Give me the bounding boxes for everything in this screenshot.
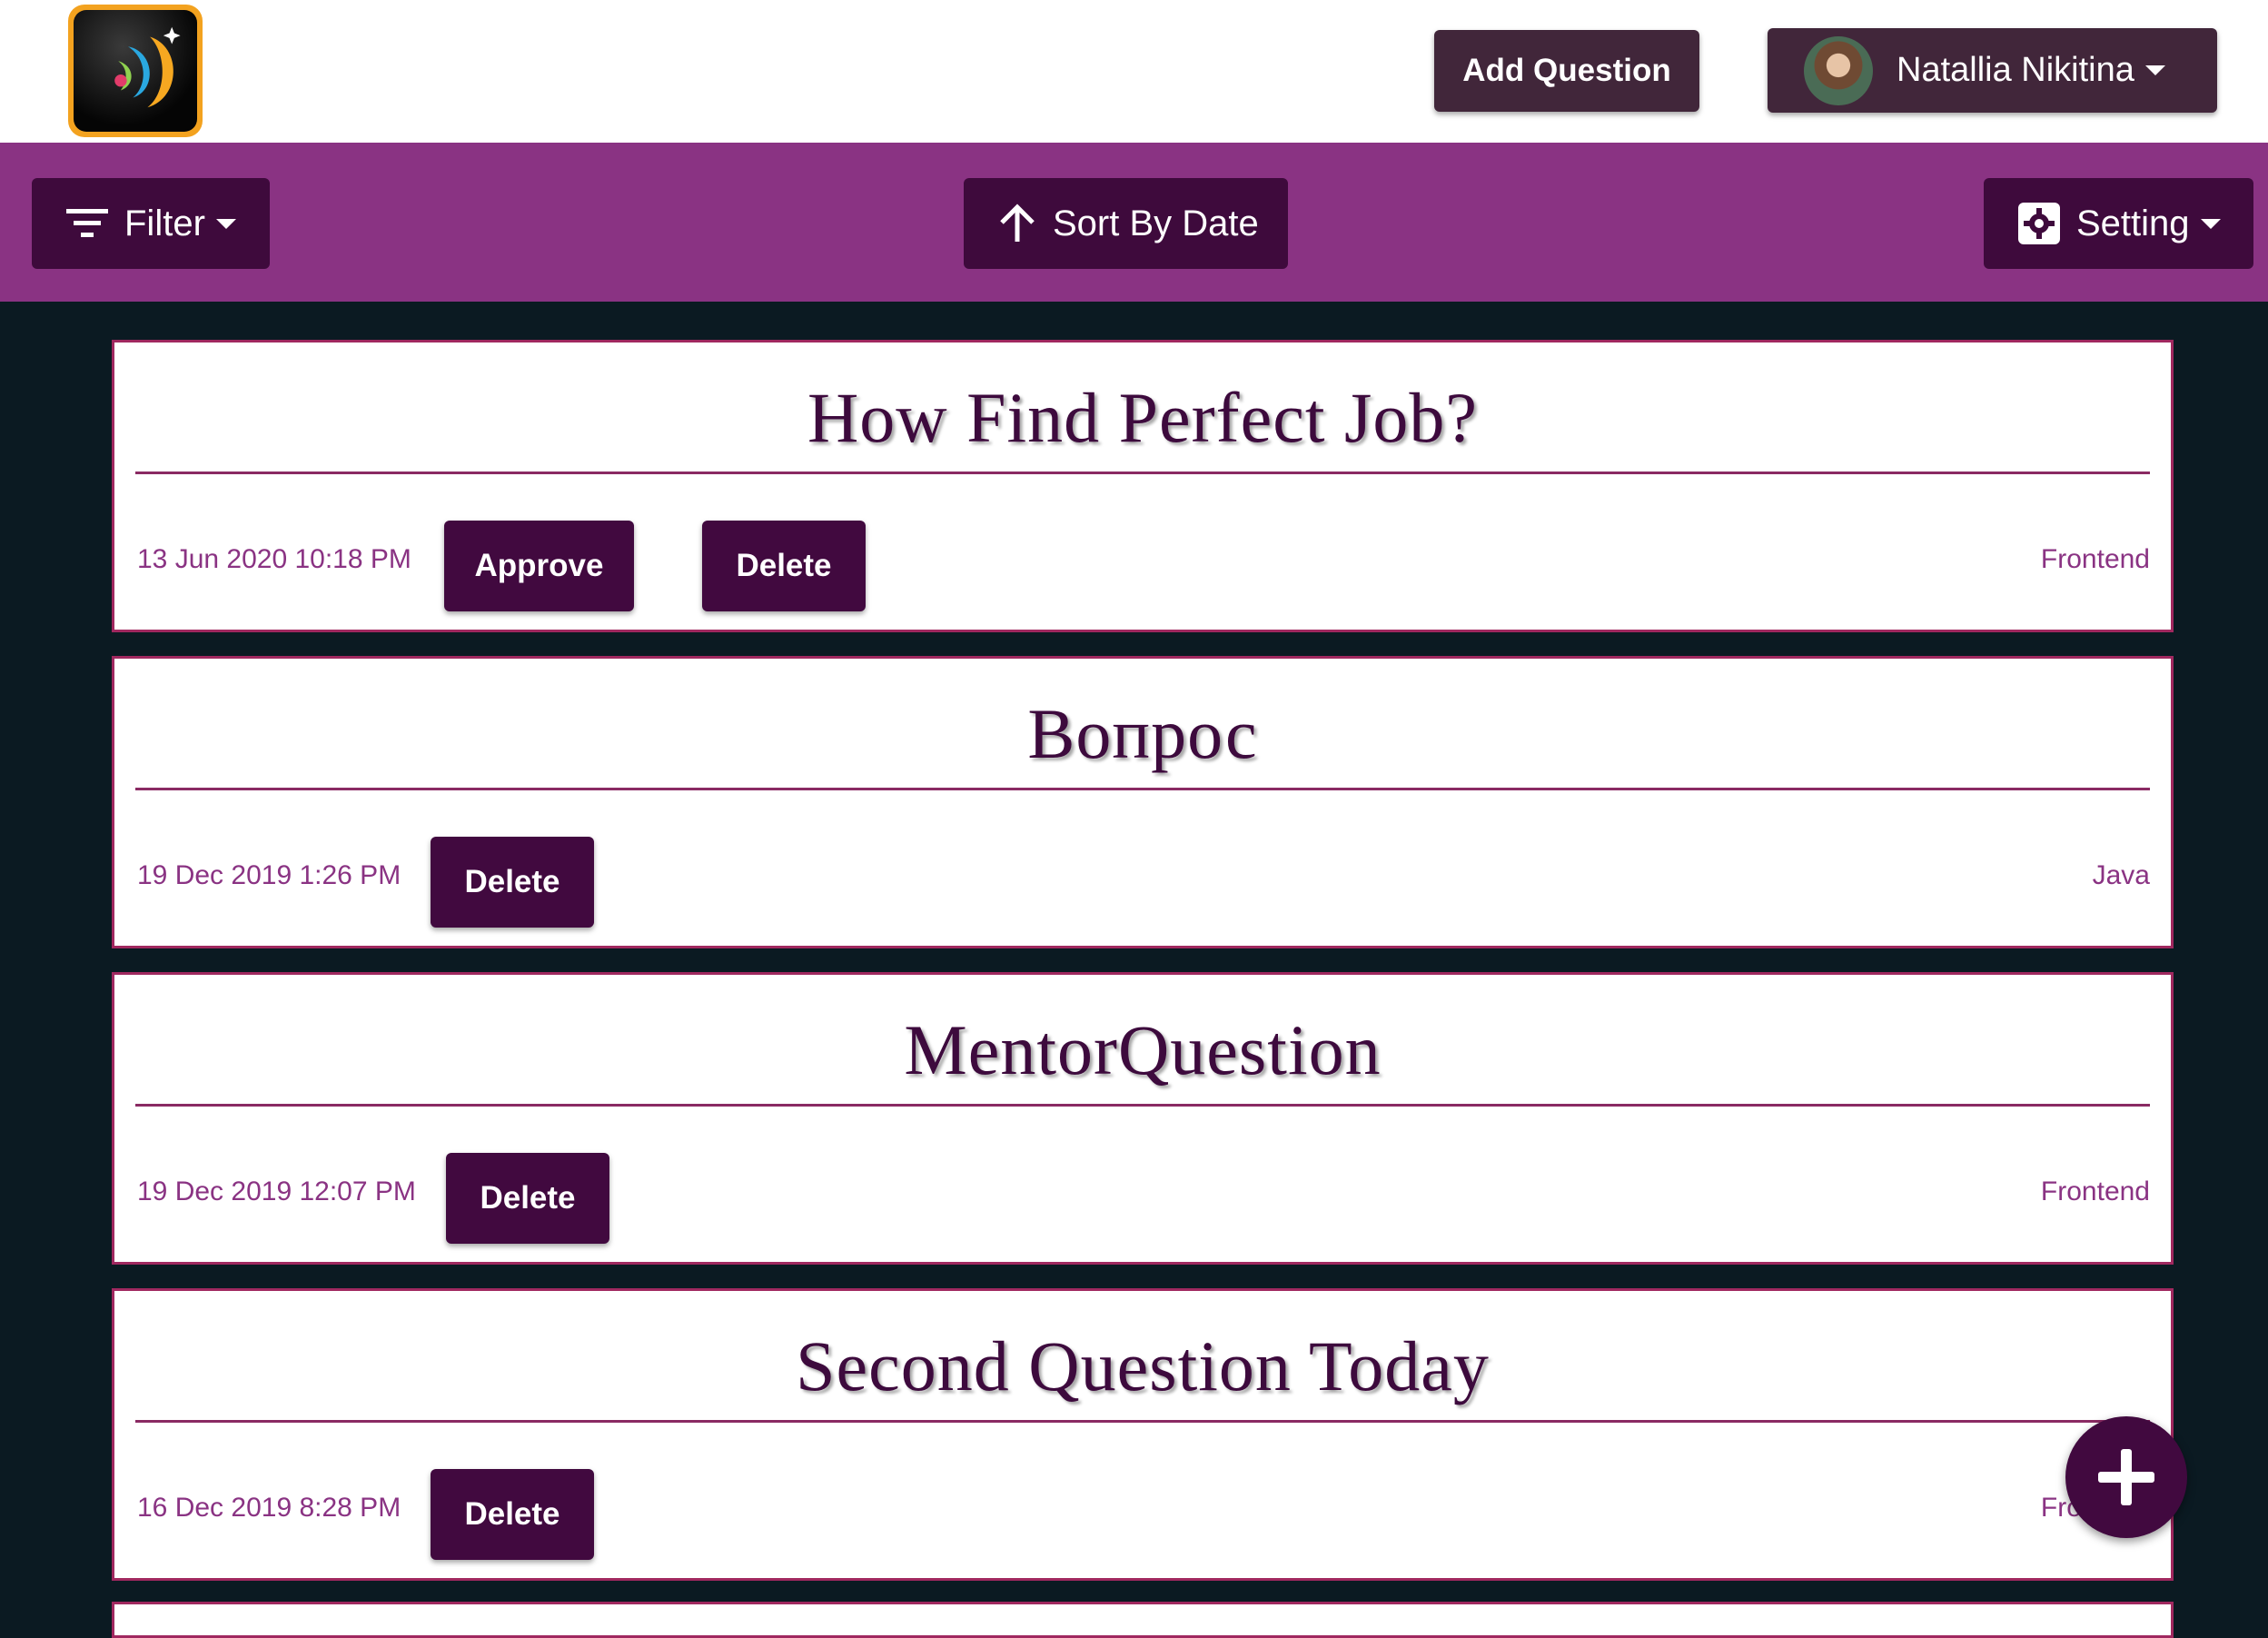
question-title[interactable]: How Find Perfect Job?	[114, 377, 2171, 459]
logo-icon	[74, 10, 197, 132]
add-question-button[interactable]: Add Question	[1434, 30, 1699, 112]
filter-label: Filter	[124, 203, 205, 243]
filter-icon	[66, 207, 108, 240]
question-date: 16 Dec 2019 8:28 PM	[137, 1493, 401, 1523]
delete-button[interactable]: Delete	[702, 521, 866, 611]
question-tag: Java	[2092, 860, 2150, 890]
approve-button[interactable]: Approve	[444, 521, 634, 611]
divider	[135, 1420, 2150, 1423]
question-tag: Frontend	[2040, 1176, 2150, 1206]
sort-label: Sort By Date	[1053, 203, 1259, 243]
delete-label: Delete	[480, 1180, 576, 1216]
chevron-down-icon	[2144, 65, 2165, 75]
question-card: How Find Perfect Job? 13 Jun 2020 10:18 …	[112, 340, 2174, 632]
delete-button[interactable]: Delete	[431, 837, 594, 928]
user-name: Natallia Nikitina	[1897, 51, 2134, 89]
gear-icon	[2018, 203, 2060, 244]
delete-label: Delete	[736, 548, 832, 583]
top-navbar: Add Question Natallia Nikitina	[0, 0, 2268, 143]
toolbar: Filter Sort By Date Setting	[0, 143, 2268, 302]
divider	[135, 472, 2150, 474]
question-card: Вопрос 19 Dec 2019 1:26 PM Delete Java	[112, 656, 2174, 948]
question-date: 13 Jun 2020 10:18 PM	[137, 544, 411, 574]
question-card: MentorQuestion 19 Dec 2019 12:07 PM Dele…	[112, 972, 2174, 1265]
chevron-down-icon	[2200, 218, 2221, 229]
delete-button[interactable]: Delete	[431, 1469, 594, 1560]
divider	[135, 1104, 2150, 1107]
approve-label: Approve	[474, 548, 604, 583]
chevron-down-icon	[215, 218, 236, 229]
delete-label: Delete	[464, 864, 560, 899]
add-question-label: Add Question	[1462, 53, 1671, 88]
arrow-up-icon	[998, 204, 1036, 243]
question-date: 19 Dec 2019 1:26 PM	[137, 860, 401, 890]
question-title[interactable]: Second Question Today	[114, 1325, 2171, 1407]
sort-by-date-button[interactable]: Sort By Date	[964, 178, 1288, 269]
user-menu-button[interactable]: Natallia Nikitina	[1768, 28, 2217, 113]
add-question-fab[interactable]	[2065, 1416, 2187, 1538]
app-logo[interactable]	[68, 5, 203, 137]
filter-button[interactable]: Filter	[32, 178, 270, 269]
question-title[interactable]: MentorQuestion	[114, 1009, 2171, 1091]
question-title[interactable]: Вопрос	[114, 693, 2171, 775]
plus-icon	[2095, 1445, 2158, 1509]
question-card: Second Question Today 16 Dec 2019 8:28 P…	[112, 1288, 2174, 1581]
question-card	[112, 1602, 2174, 1638]
delete-label: Delete	[464, 1496, 560, 1532]
setting-label: Setting	[2076, 203, 2190, 243]
setting-button[interactable]: Setting	[1984, 178, 2253, 269]
divider	[135, 788, 2150, 790]
delete-button[interactable]: Delete	[446, 1153, 609, 1244]
question-tag: Frontend	[2040, 544, 2150, 574]
question-date: 19 Dec 2019 12:07 PM	[137, 1176, 416, 1206]
avatar	[1804, 35, 1873, 105]
